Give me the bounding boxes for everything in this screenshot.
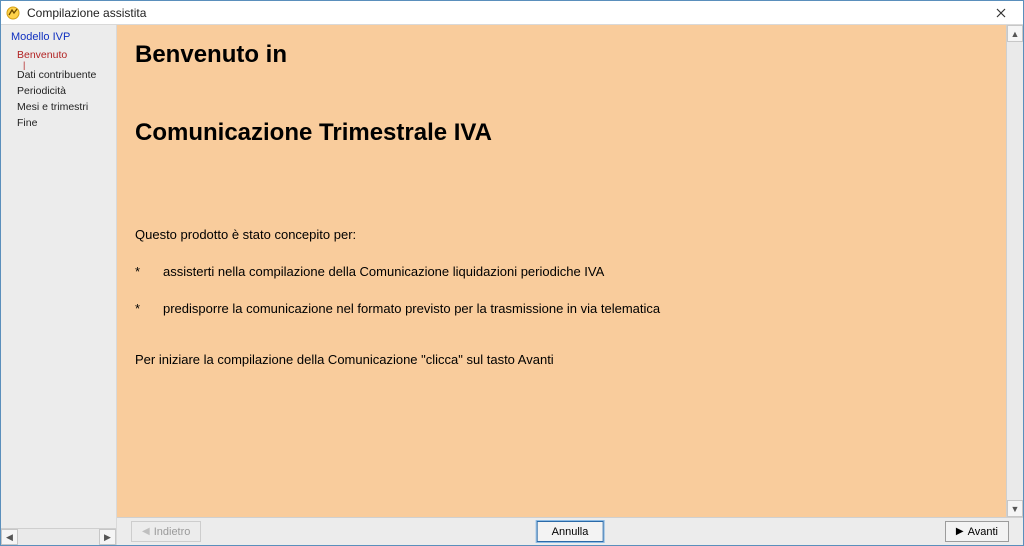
content-vertical-scrollbar[interactable]: ▲ ▼	[1006, 25, 1023, 517]
scroll-up-icon[interactable]: ▲	[1007, 25, 1023, 42]
main-panel: Benvenuto in Comunicazione Trimestrale I…	[117, 25, 1023, 545]
intro-text: Questo prodotto è stato concepito per:	[135, 227, 988, 242]
bullet-1-text: assisterti nella compilazione della Comu…	[163, 264, 604, 279]
scroll-down-icon[interactable]: ▼	[1007, 500, 1023, 517]
close-button[interactable]	[979, 1, 1023, 24]
sidebar-container: Modello IVP Benvenuto | Dati contribuent…	[1, 25, 117, 545]
nav-item-benvenuto[interactable]: Benvenuto	[1, 47, 116, 63]
back-label: Indietro	[154, 526, 191, 538]
back-button: ◀ Indietro	[131, 521, 201, 542]
app-icon	[5, 5, 21, 21]
nav-header: Modello IVP	[1, 29, 116, 47]
cancel-label: Annulla	[552, 526, 589, 538]
page-heading-2: Comunicazione Trimestrale IVA	[135, 119, 988, 147]
scroll-right-icon[interactable]: ▶	[99, 529, 116, 545]
nav-item-fine[interactable]: Fine	[1, 115, 116, 131]
nav-item-periodicita[interactable]: Periodicità	[1, 83, 116, 99]
bullet-1: * assisterti nella compilazione della Co…	[135, 264, 988, 279]
scroll-track[interactable]	[1007, 42, 1023, 500]
next-label: Avanti	[968, 526, 998, 538]
triangle-right-icon: ▶	[956, 527, 964, 537]
scroll-left-icon[interactable]: ◀	[1, 529, 18, 545]
page-heading-1: Benvenuto in	[135, 41, 988, 69]
navigation-sidebar: Modello IVP Benvenuto | Dati contribuent…	[1, 25, 116, 528]
cancel-button[interactable]: Annulla	[537, 521, 604, 542]
content-scroll-area: Benvenuto in Comunicazione Trimestrale I…	[117, 25, 1023, 517]
wizard-content: Benvenuto in Comunicazione Trimestrale I…	[117, 25, 1006, 517]
nav-item-mesi-trimestri[interactable]: Mesi e trimestri	[1, 99, 116, 115]
scroll-track[interactable]	[18, 529, 99, 545]
bullet-2: * predisporre la comunicazione nel forma…	[135, 301, 988, 316]
final-instruction: Per iniziare la compilazione della Comun…	[135, 352, 988, 367]
sidebar-horizontal-scrollbar[interactable]: ◀ ▶	[1, 528, 116, 545]
window-title: Compilazione assistita	[27, 6, 146, 20]
title-bar: Compilazione assistita	[1, 1, 1023, 25]
triangle-left-icon: ◀	[142, 527, 150, 537]
window-root: Compilazione assistita Modello IVP Benve…	[0, 0, 1024, 546]
wizard-footer: ◀ Indietro Annulla ▶ Avanti	[117, 517, 1023, 545]
bullet-marker: *	[135, 264, 163, 279]
window-body: Modello IVP Benvenuto | Dati contribuent…	[1, 25, 1023, 545]
next-button[interactable]: ▶ Avanti	[945, 521, 1009, 542]
bullet-2-text: predisporre la comunicazione nel formato…	[163, 301, 660, 316]
nav-item-dati-contribuente[interactable]: Dati contribuente	[1, 67, 116, 83]
bullet-marker: *	[135, 301, 163, 316]
